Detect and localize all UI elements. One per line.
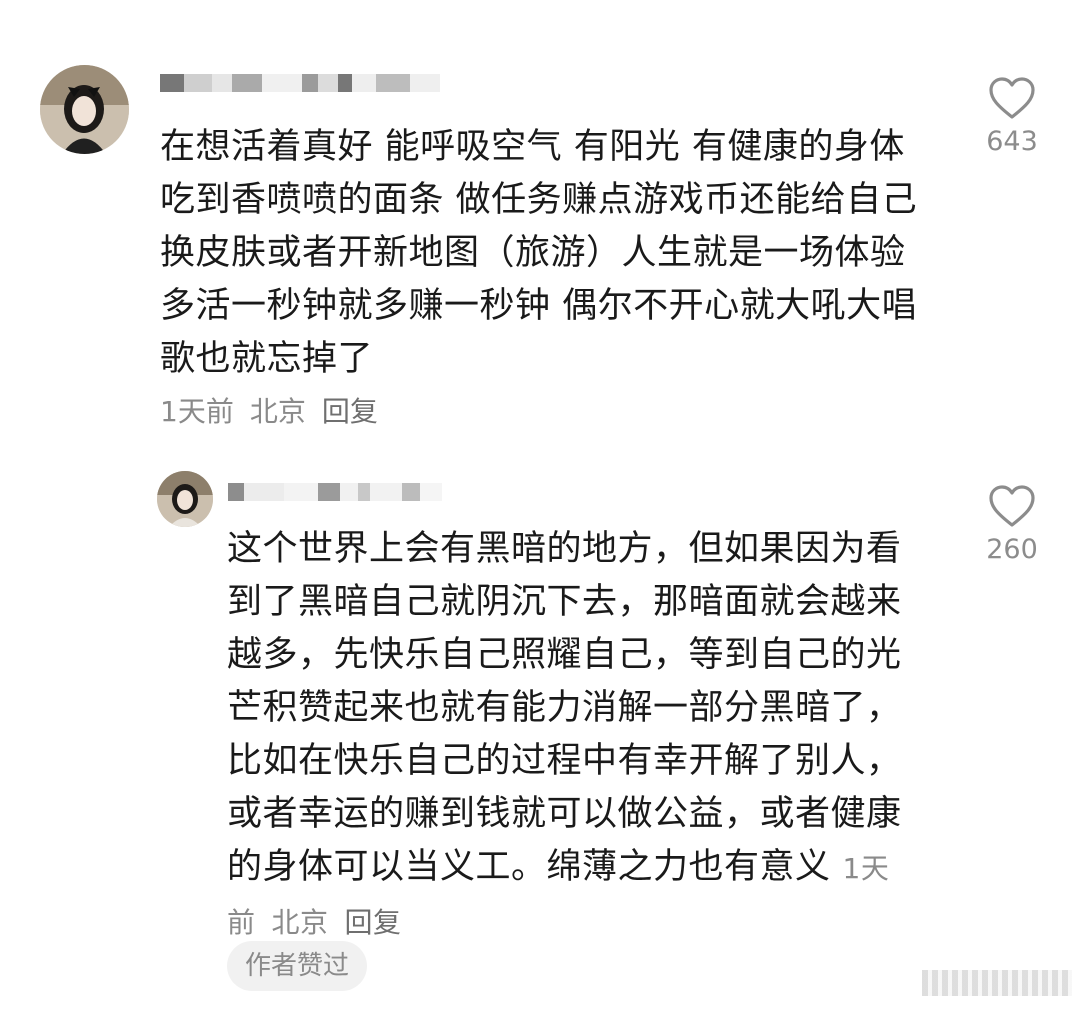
reply-button[interactable]: 回复 — [322, 395, 378, 428]
username-blurred[interactable] — [160, 66, 440, 100]
comment-location: 北京 — [249, 395, 306, 428]
comment-location: 北京 — [271, 906, 329, 939]
comment-body: 在想活着真好 能呼吸空气 有阳光 有健康的身体吃到香喷喷的面条 做任务赚点游戏币… — [160, 121, 930, 386]
like-count: 643 — [986, 126, 1038, 157]
comment-time: 1天前 — [160, 395, 234, 428]
like-button[interactable]: 260 — [972, 484, 1052, 565]
author-liked-badge: 作者赞过 — [227, 941, 368, 991]
avatar-image — [40, 65, 129, 154]
comment-meta: 1天前 北京 回复 — [160, 390, 394, 430]
watermark — [922, 970, 1072, 996]
comment-text: 这个世界上会有黑暗的地方，但如果因为看到了黑暗自己就阴沉下去，那暗面就会越来越多… — [227, 529, 902, 887]
avatar-image — [157, 471, 213, 527]
comment-body: 这个世界上会有黑暗的地方，但如果因为看到了黑暗自己就阴沉下去，那暗面就会越来越多… — [227, 523, 932, 949]
comment-text: 在想活着真好 能呼吸空气 有阳光 有健康的身体吃到香喷喷的面条 做任务赚点游戏币… — [160, 127, 918, 379]
reply-button[interactable]: 回复 — [345, 906, 402, 939]
avatar[interactable] — [40, 65, 129, 154]
heart-outline-icon — [989, 485, 1035, 527]
like-count: 260 — [986, 534, 1038, 565]
username-blurred[interactable] — [228, 475, 442, 509]
heart-outline-icon — [989, 77, 1035, 119]
like-button[interactable]: 643 — [972, 76, 1052, 157]
avatar[interactable] — [157, 471, 213, 527]
